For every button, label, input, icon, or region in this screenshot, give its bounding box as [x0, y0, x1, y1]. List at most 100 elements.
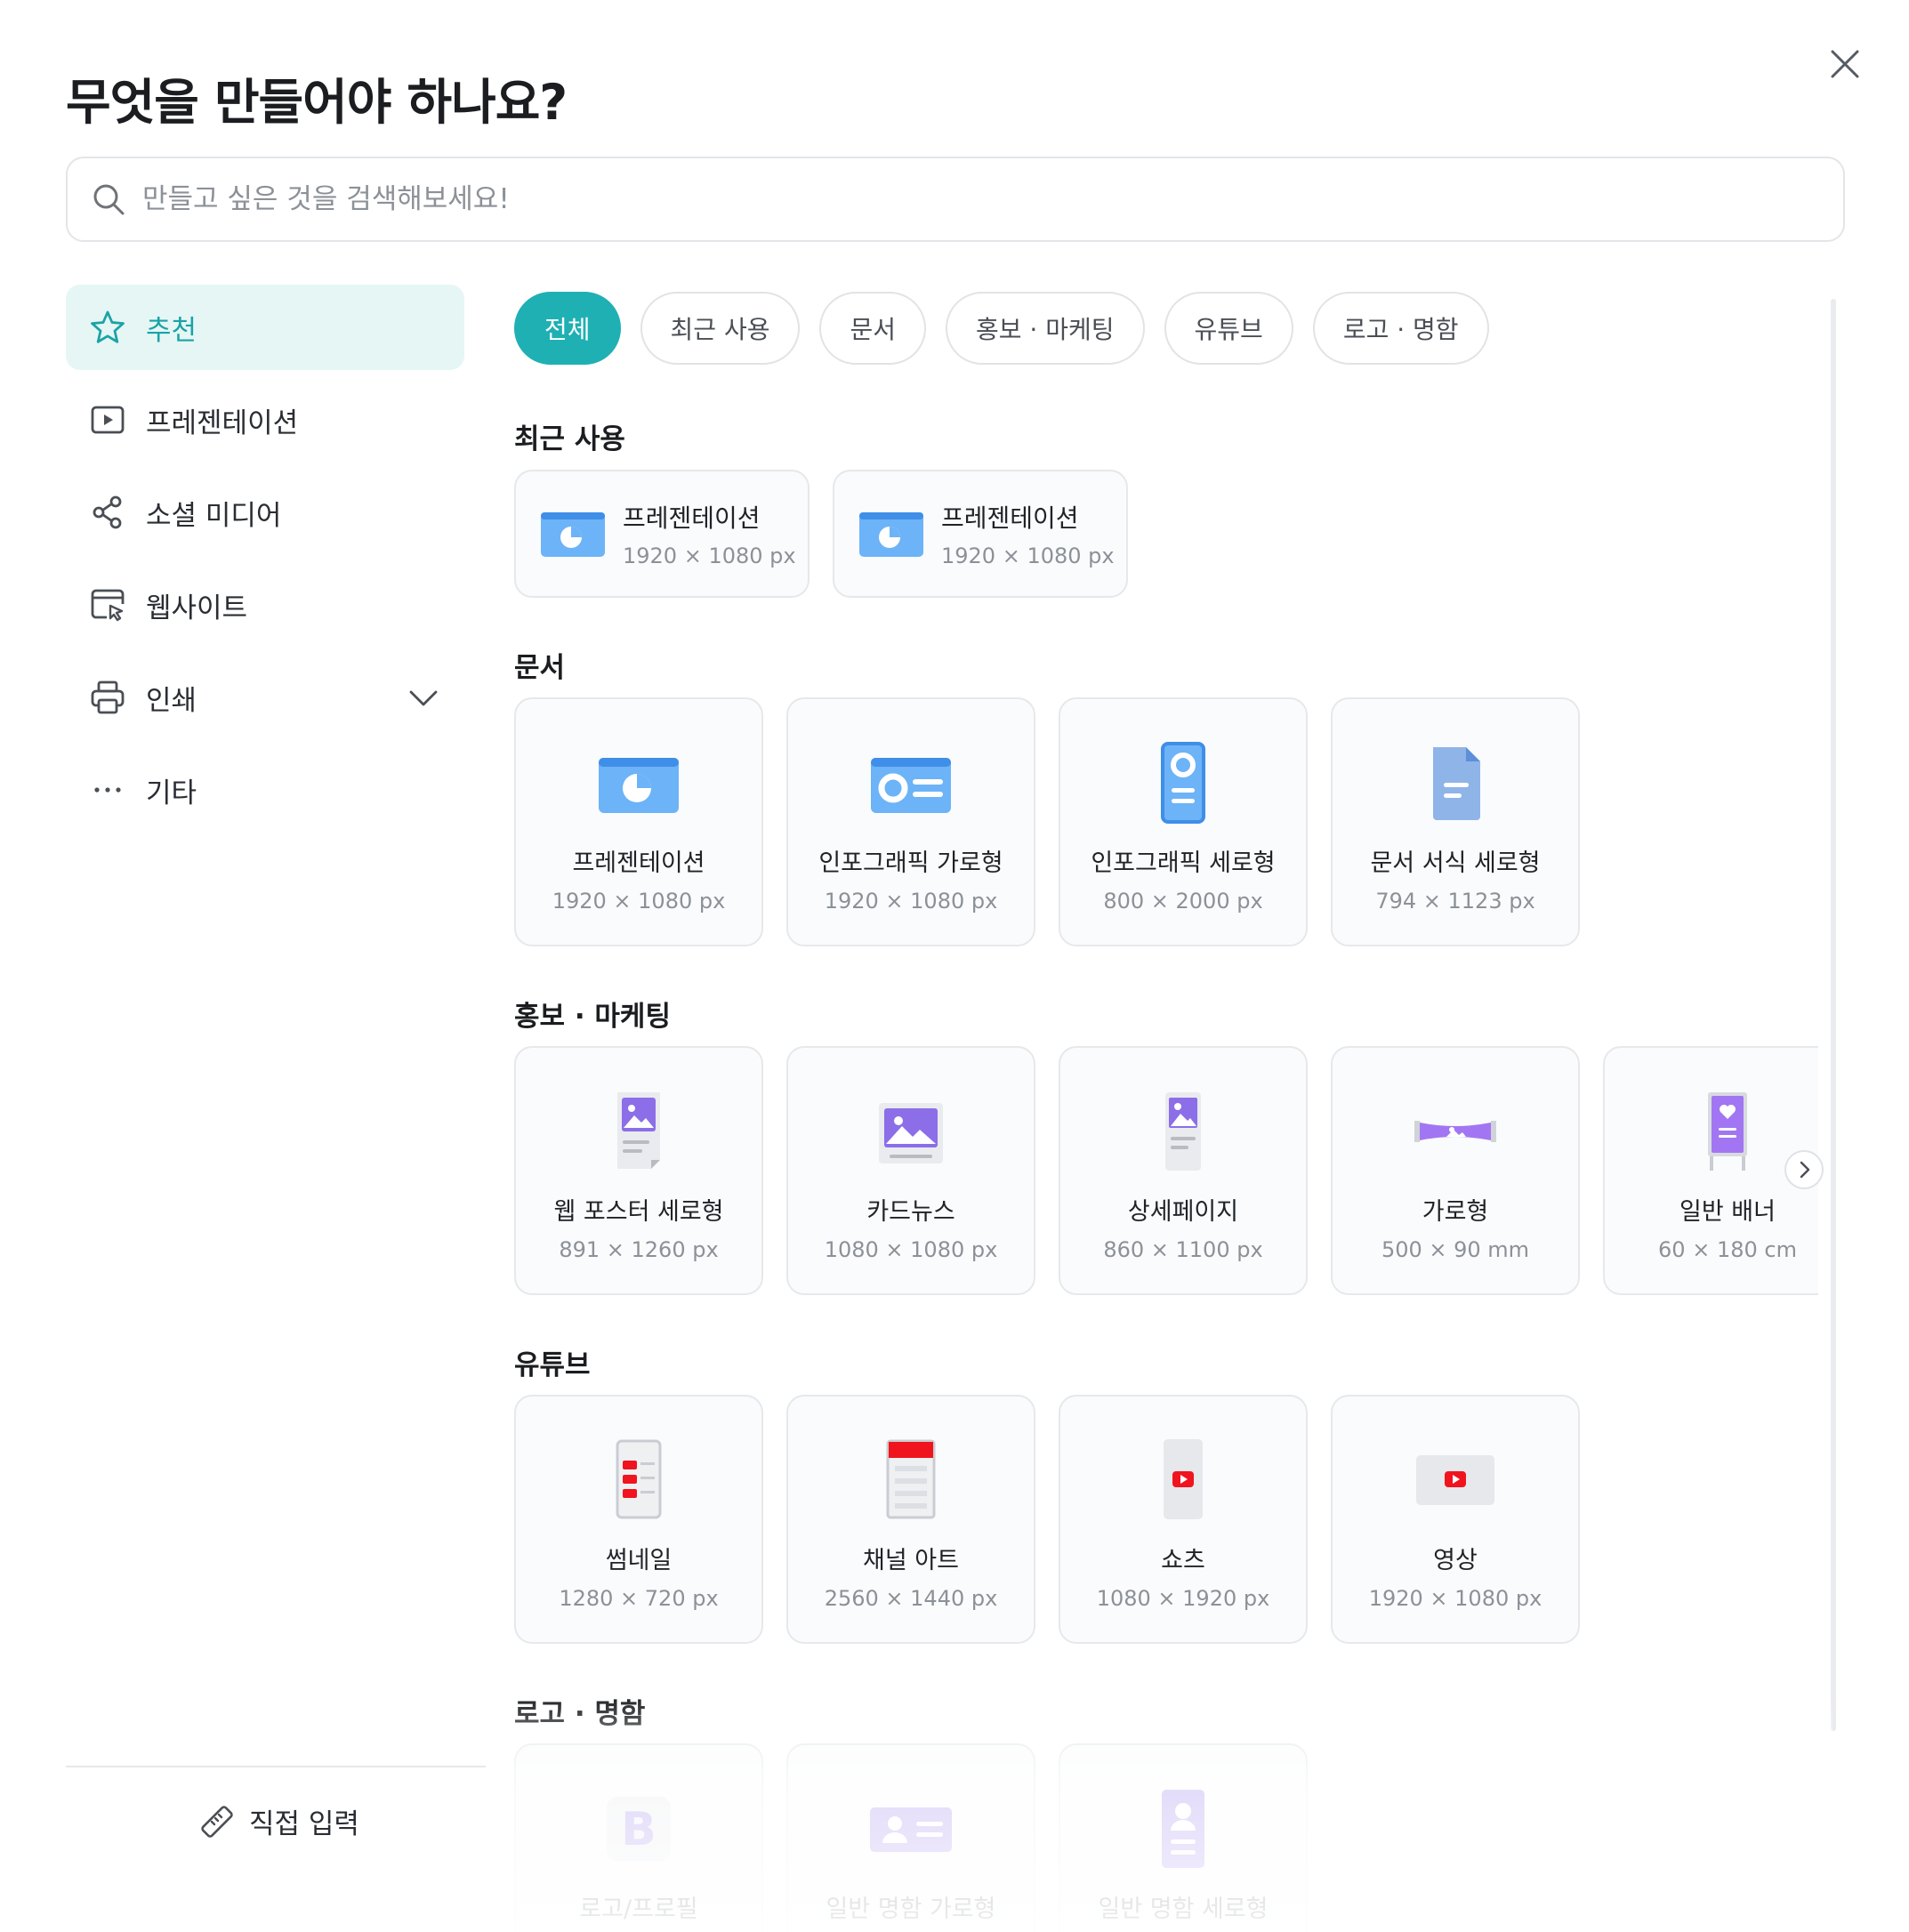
template-card[interactable]: 프레젠테이션 1920 × 1080 px: [514, 697, 763, 946]
chip-logo[interactable]: 로고 · 명함: [1312, 292, 1489, 365]
infographic-landscape-icon: [871, 758, 951, 813]
template-card[interactable]: 썸네일 1280 × 720 px: [514, 1395, 763, 1644]
sidebar-item-presentation[interactable]: 프레젠테이션: [66, 377, 464, 463]
chip-youtube[interactable]: 유튜브: [1164, 292, 1293, 365]
card-name: 영상: [1433, 1547, 1478, 1574]
carousel-next-button[interactable]: [1784, 1150, 1824, 1189]
card-name: 가로형: [1422, 1198, 1489, 1226]
card-name: 채널 아트: [863, 1547, 959, 1574]
section-title-logo: 로고 · 명함: [514, 1698, 646, 1730]
business-card-portrait-icon: [1162, 1790, 1204, 1868]
card-name: 문서 서식 세로형: [1370, 849, 1541, 877]
recent-row: 프레젠테이션 1920 × 1080 px 프레젠테이션 1920 × 1080…: [514, 470, 1128, 598]
section-title-document: 문서: [514, 652, 566, 684]
template-card[interactable]: 프레젠테이션 1920 × 1080 px: [514, 470, 810, 598]
card-size: 1280 × 720 px: [559, 1586, 719, 1611]
card-size: 2560 × 1440 px: [824, 1586, 998, 1611]
logo-row: B 로고/프로필 일반 명함 가로형 일반 명함 세로형: [514, 1743, 1818, 1932]
sidebar-item-etc[interactable]: 기타: [66, 747, 464, 833]
card-size: 1920 × 1080 px: [1368, 1586, 1543, 1611]
marketing-row: 웹 포스터 세로형 891 × 1260 px 카드뉴스 1080 × 1080…: [514, 1046, 1818, 1295]
chip-marketing[interactable]: 홍보 · 마케팅: [946, 292, 1145, 365]
sidebar-item-label: 기타: [146, 777, 197, 809]
card-name: 프레젠테이션: [623, 503, 761, 533]
card-size: 794 × 1123 px: [1375, 889, 1535, 914]
chip-all[interactable]: 전체: [514, 292, 621, 365]
template-card[interactable]: 영상 1920 × 1080 px: [1331, 1395, 1580, 1644]
sidebar-item-print[interactable]: 인쇄: [66, 655, 464, 740]
card-size: 860 × 1100 px: [1103, 1237, 1263, 1262]
search-bar[interactable]: [66, 157, 1845, 242]
template-card[interactable]: 웹 포스터 세로형 891 × 1260 px: [514, 1046, 763, 1295]
template-card[interactable]: 상세페이지 860 × 1100 px: [1059, 1046, 1308, 1295]
sidebar-item-website[interactable]: 웹사이트: [66, 562, 464, 648]
sidebar-item-label: 추천: [146, 314, 197, 347]
sidebar-item-label: 웹사이트: [146, 592, 248, 624]
ruler-icon: [201, 1805, 233, 1838]
template-card[interactable]: 쇼츠 1080 × 1920 px: [1059, 1395, 1308, 1644]
star-icon: [91, 310, 125, 343]
dialog-title: 무엇을 만들어야 하나요?: [66, 74, 568, 131]
card-name: 상세페이지: [1127, 1198, 1239, 1226]
thumbnail-icon: [616, 1439, 662, 1519]
more-dots-icon: [94, 787, 121, 793]
card-size: 891 × 1260 px: [559, 1237, 719, 1262]
sidebar-item-label: 프레젠테이션: [146, 407, 299, 439]
card-size: 1080 × 1920 px: [1096, 1586, 1270, 1611]
close-button[interactable]: [1825, 44, 1865, 84]
card-size: 1080 × 1080 px: [824, 1237, 998, 1262]
template-card[interactable]: B 로고/프로필: [514, 1743, 763, 1932]
direct-input-label: 직접 입력: [249, 1808, 359, 1840]
card-name: 일반 명함 세로형: [1098, 1896, 1269, 1923]
presentation-icon: [599, 758, 679, 813]
template-card[interactable]: 카드뉴스 1080 × 1080 px: [786, 1046, 1035, 1295]
search-input[interactable]: [142, 183, 1744, 215]
card-name: 프레젠테이션: [572, 849, 705, 877]
sidebar-item-social-media[interactable]: 소셜 미디어: [66, 470, 464, 555]
card-size: 1920 × 1080 px: [941, 543, 1115, 568]
template-card[interactable]: 일반 명함 세로형: [1059, 1743, 1308, 1932]
card-name: 로고/프로필: [579, 1896, 698, 1923]
card-size: 500 × 90 mm: [1381, 1237, 1530, 1262]
section-title-youtube: 유튜브: [514, 1349, 591, 1381]
filter-chips: 전체 최근 사용 문서 홍보 · 마케팅 유튜브 로고 · 명함: [514, 292, 1489, 365]
channel-art-icon: [886, 1439, 936, 1519]
logo-profile-icon: B: [607, 1797, 671, 1861]
template-card[interactable]: 채널 아트 2560 × 1440 px: [786, 1395, 1035, 1644]
document-row: 프레젠테이션 1920 × 1080 px 인포그래픽 가로형 1920 × 1…: [514, 697, 1818, 946]
sidebar-item-recommended[interactable]: 추천: [66, 285, 464, 370]
card-name: 썸네일: [605, 1547, 673, 1574]
close-icon: [1831, 50, 1859, 78]
template-card[interactable]: 인포그래픽 세로형 800 × 2000 px: [1059, 697, 1308, 946]
card-name: 인포그래픽 세로형: [1091, 849, 1276, 877]
chevron-right-icon: [1800, 1161, 1810, 1179]
card-news-icon: [879, 1103, 943, 1163]
section-title-recent: 최근 사용: [514, 423, 625, 455]
card-size: 1920 × 1080 px: [824, 889, 998, 914]
standing-banner-icon: [1708, 1092, 1747, 1171]
template-card[interactable]: 가로형 500 × 90 mm: [1331, 1046, 1580, 1295]
template-card[interactable]: 인포그래픽 가로형 1920 × 1080 px: [786, 697, 1035, 946]
template-card[interactable]: 문서 서식 세로형 794 × 1123 px: [1331, 697, 1580, 946]
chip-recent[interactable]: 최근 사용: [640, 292, 801, 365]
business-card-landscape-icon: [870, 1807, 952, 1852]
card-name: 인포그래픽 가로형: [818, 849, 1003, 877]
printer-icon: [91, 680, 125, 714]
scrollbar[interactable]: [1831, 299, 1836, 1731]
card-size: 60 × 180 cm: [1658, 1237, 1797, 1262]
direct-input-button[interactable]: 직접 입력: [197, 1801, 359, 1841]
template-card[interactable]: 일반 명함 가로형: [786, 1743, 1035, 1932]
svg-text:B: B: [621, 1803, 656, 1856]
template-card[interactable]: 프레젠테이션 1920 × 1080 px: [833, 470, 1128, 598]
card-name: 웹 포스터 세로형: [553, 1198, 724, 1226]
share-icon: [93, 495, 122, 529]
card-name: 카드뉴스: [866, 1198, 955, 1226]
card-size: 1920 × 1080 px: [552, 889, 726, 914]
chip-document[interactable]: 문서: [819, 292, 927, 365]
document-icon: [1433, 747, 1480, 820]
detail-page-icon: [1165, 1092, 1201, 1171]
browser-cursor-icon: [91, 589, 125, 622]
presentation-icon: [859, 512, 923, 557]
card-name: 프레젠테이션: [941, 503, 1079, 533]
chevron-down-icon[interactable]: [406, 680, 441, 715]
